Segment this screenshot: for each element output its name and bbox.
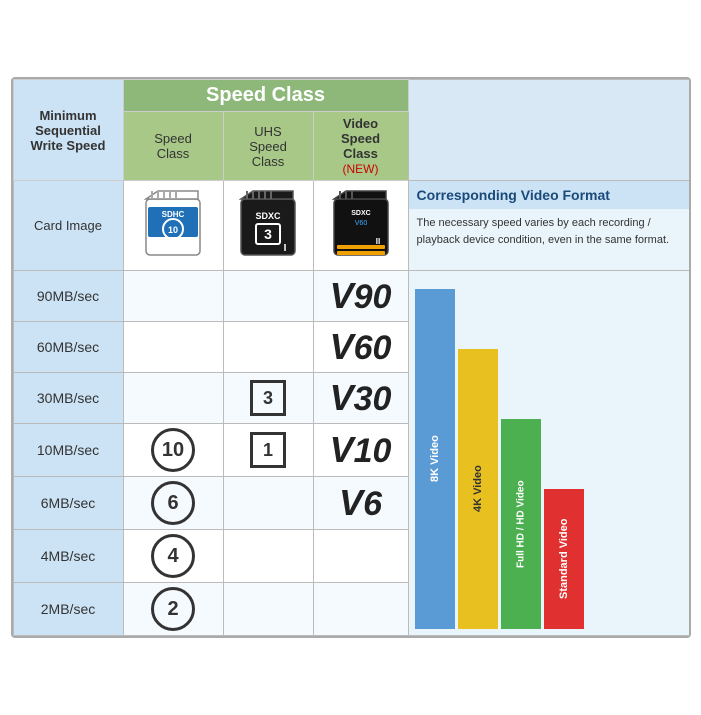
speed-class-10: 10	[123, 424, 223, 477]
speed-class-header: Speed Class	[123, 80, 408, 112]
svg-text:SDXC: SDXC	[351, 210, 370, 217]
uhs-class-6	[223, 477, 313, 530]
uhs-class-90	[223, 271, 313, 322]
video-speed-subheader: Video Speed Class (NEW)	[313, 112, 408, 181]
class4-symbol: 4	[151, 534, 195, 578]
u1-symbol: 1	[250, 432, 286, 468]
uhs-card-cell: SDXC 3 I	[223, 181, 313, 271]
video-class-10: V10	[313, 424, 408, 477]
uhs-class-60	[223, 322, 313, 373]
uhs-class-4	[223, 530, 313, 583]
video-class-6: V6	[313, 477, 408, 530]
speed-class-4: 4	[123, 530, 223, 583]
video-format-info-cell: Corresponding Video Format The necessary…	[408, 181, 690, 271]
video-format-header-cell	[408, 80, 690, 181]
row-90mbps: 90MB/sec V90 8K Video 4K Video Full HD	[13, 271, 691, 322]
header-row-1: Minimum Sequential Write Speed Speed Cla…	[13, 80, 691, 112]
speed-class-card-cell: SDHC 10	[123, 181, 223, 271]
speed-30-label: 30MB/sec	[13, 373, 123, 424]
sdhc-card-icon: SDHC 10	[144, 189, 202, 257]
sdxc-ii-card-icon: SDXC V60 II	[332, 189, 390, 257]
uhs-class-2	[223, 583, 313, 636]
svg-text:V60: V60	[354, 220, 367, 227]
speed-60-label: 60MB/sec	[13, 322, 123, 373]
uhs-class-30: 3	[223, 373, 313, 424]
speed-class-30	[123, 373, 223, 424]
standard-video-bar: Standard Video	[544, 489, 584, 629]
svg-text:3: 3	[264, 226, 272, 242]
speed-class-2: 2	[123, 583, 223, 636]
svg-text:SDXC: SDXC	[255, 211, 281, 221]
video-class-60: V60	[313, 322, 408, 373]
svg-text:SDHC: SDHC	[162, 210, 185, 219]
video-class-4	[313, 530, 408, 583]
class6-symbol: 6	[151, 481, 195, 525]
speed-4-label: 4MB/sec	[13, 530, 123, 583]
speed-class-90	[123, 271, 223, 322]
speed-90-label: 90MB/sec	[13, 271, 123, 322]
fullhd-video-bar: Full HD / HD Video	[501, 419, 541, 629]
class10-symbol: 10	[151, 428, 195, 472]
card-image-row: Card Image	[13, 181, 691, 271]
video-class-30: V30	[313, 373, 408, 424]
main-table: Minimum Sequential Write Speed Speed Cla…	[11, 77, 691, 638]
svg-text:I: I	[284, 243, 287, 254]
svg-text:10: 10	[168, 225, 178, 235]
speed-class-subheader: Speed Class	[123, 112, 223, 181]
video-bars-cell: 8K Video 4K Video Full HD / HD Video Sta…	[408, 271, 690, 636]
uhs-speed-subheader: UHS Speed Class	[223, 112, 313, 181]
video-class-2	[313, 583, 408, 636]
speed-2-label: 2MB/sec	[13, 583, 123, 636]
video-format-note: The necessary speed varies by each recor…	[409, 209, 691, 254]
4k-video-bar: 4K Video	[458, 349, 498, 629]
card-image-label: Card Image	[13, 181, 123, 271]
uhs-class-10: 1	[223, 424, 313, 477]
write-speed-header: Minimum Sequential Write Speed	[13, 80, 123, 181]
speed-10-label: 10MB/sec	[13, 424, 123, 477]
video-speed-card-cell: SDXC V60 II	[313, 181, 408, 271]
video-format-title: Corresponding Video Format	[409, 181, 691, 209]
speed-class-6: 6	[123, 477, 223, 530]
class2-symbol: 2	[151, 587, 195, 631]
sdxc-i-card-icon: SDXC 3 I	[239, 189, 297, 257]
speed-6-label: 6MB/sec	[13, 477, 123, 530]
video-class-90: V90	[313, 271, 408, 322]
speed-class-60	[123, 322, 223, 373]
u3-symbol: 3	[250, 380, 286, 416]
8k-video-bar: 8K Video	[415, 289, 455, 629]
svg-text:II: II	[375, 237, 379, 246]
